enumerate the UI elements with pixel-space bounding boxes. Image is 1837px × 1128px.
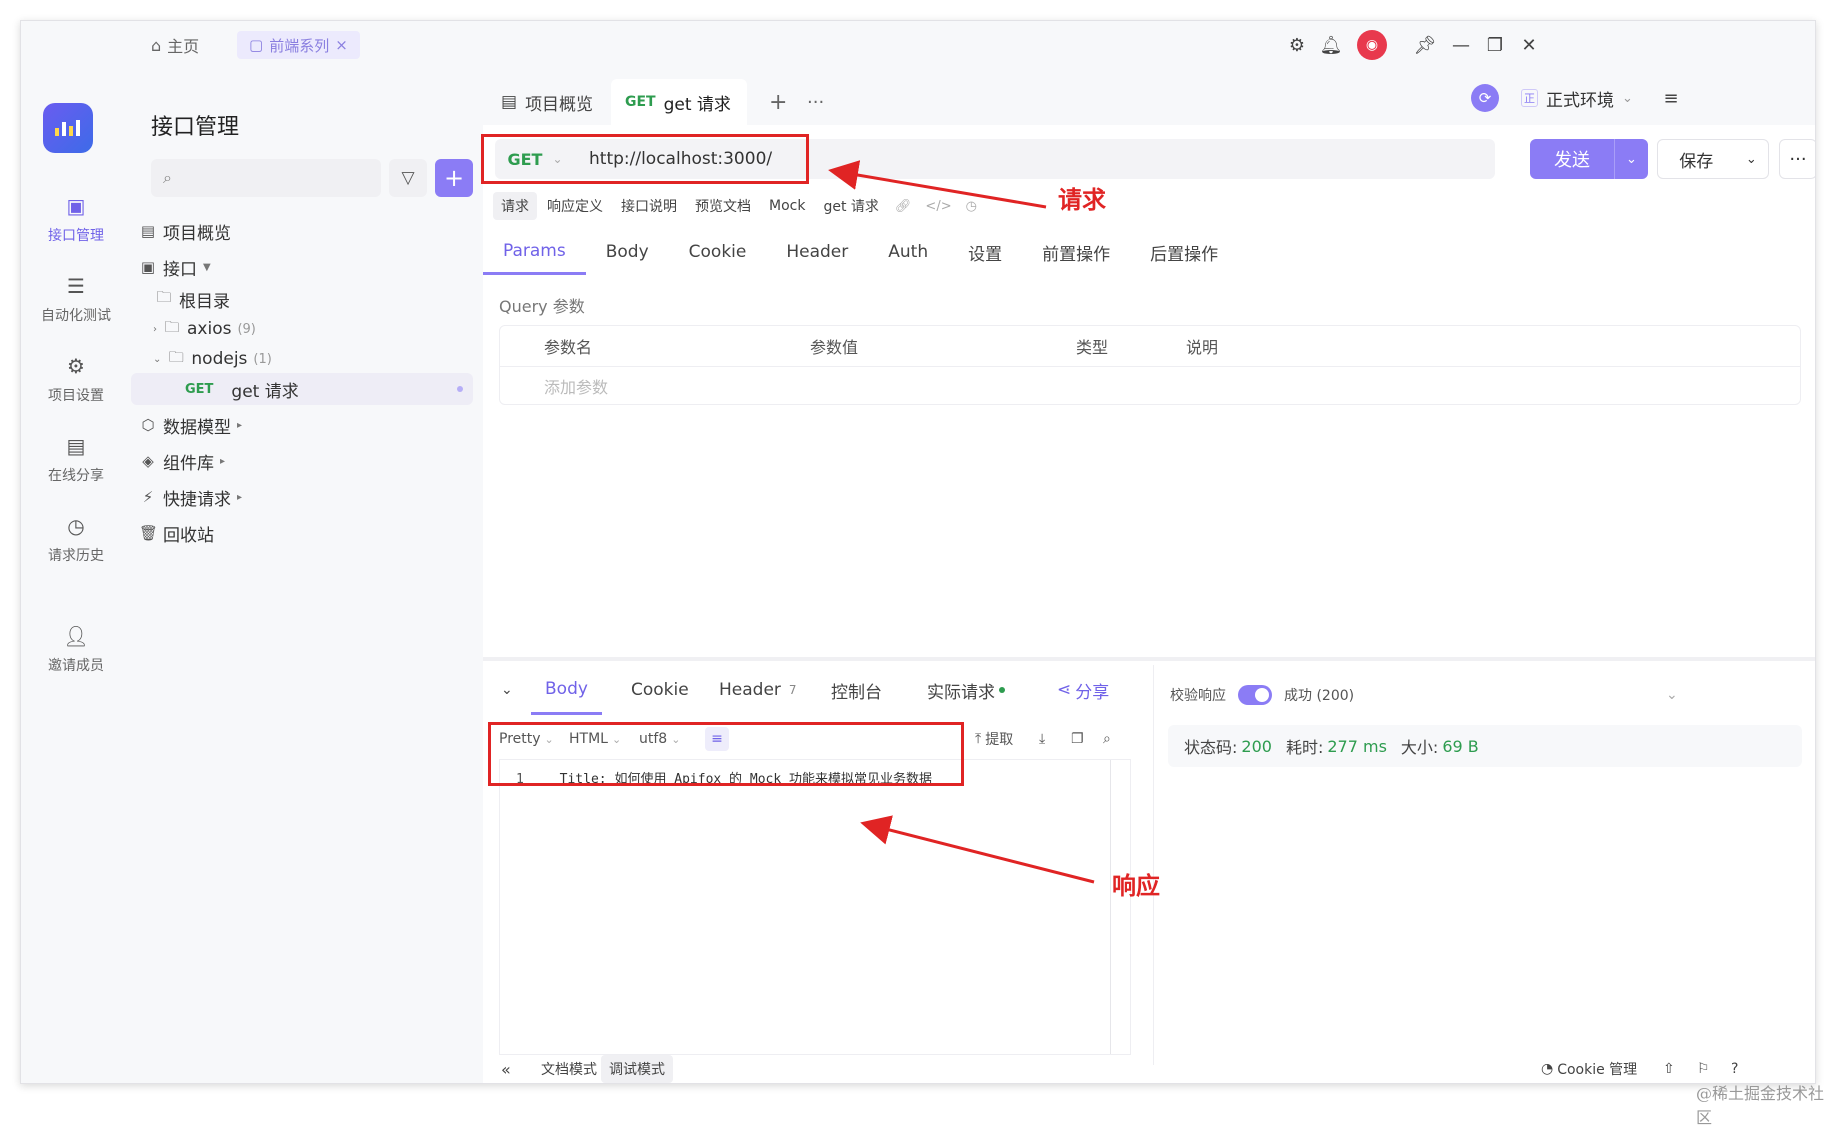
response-annotation: 响应 — [1112, 872, 1160, 900]
watermark: @稀土掘金技术社区 — [1696, 1084, 1825, 1127]
request-arrow — [828, 160, 1047, 209]
response-arrow — [860, 815, 1095, 884]
request-annotation: 请求 — [1058, 186, 1106, 214]
annotation-arrows — [828, 160, 1095, 884]
